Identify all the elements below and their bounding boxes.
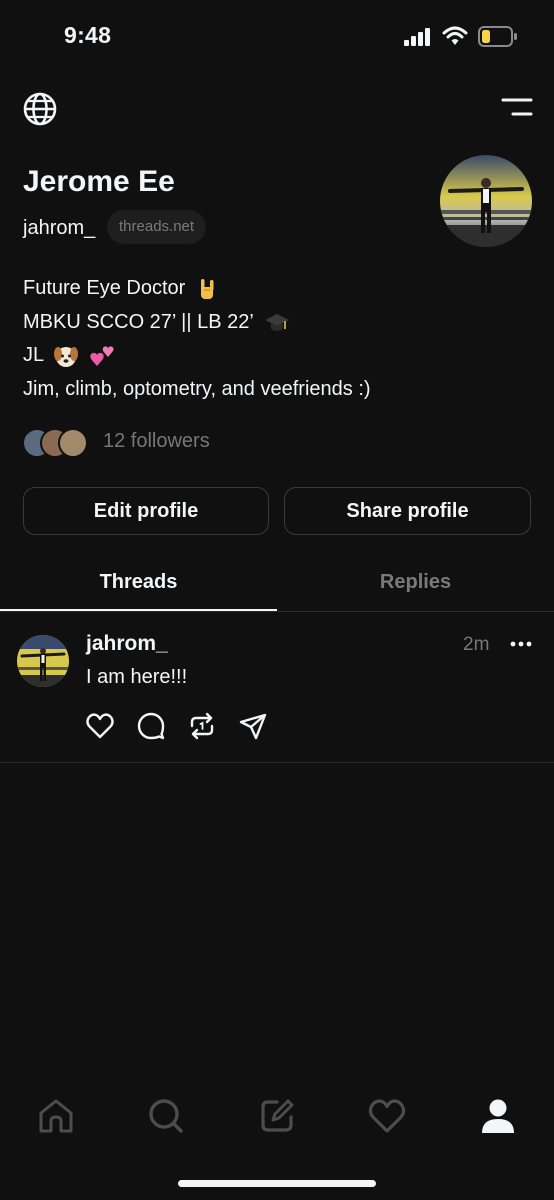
follower-avatars[interactable] [22, 428, 92, 458]
home-icon[interactable] [36, 1096, 76, 1136]
heart-icon[interactable] [85, 711, 115, 741]
followers-count[interactable]: 12 followers [103, 430, 210, 453]
bio-line: MBKU SCCO 27’ || LB 22’ [23, 306, 371, 340]
activity-heart-icon[interactable] [367, 1096, 407, 1136]
profile-handle: jahrom_ [23, 217, 96, 239]
post-avatar[interactable] [17, 635, 69, 687]
search-icon[interactable] [146, 1096, 186, 1136]
tab-threads[interactable]: Threads [0, 571, 277, 594]
status-time: 9:48 [64, 22, 112, 48]
wifi-icon [442, 26, 468, 45]
more-options-icon[interactable] [510, 638, 532, 650]
profile-name: Jerome Ee [23, 165, 175, 198]
bio-line: Jim, climb, optometry, and veefriends :) [23, 377, 371, 400]
active-tab-indicator [0, 609, 277, 611]
compose-icon[interactable] [257, 1096, 297, 1136]
cellular-signal-icon [404, 28, 430, 46]
rock-hand-emoji-icon [200, 278, 214, 299]
bio-line: Future Eye Doctor [23, 272, 371, 306]
post-text: I am here!!! [86, 666, 188, 688]
graduation-cap-emoji-icon [264, 314, 289, 332]
repost-icon[interactable] [187, 711, 217, 741]
share-icon[interactable] [238, 711, 268, 741]
threads-domain-badge[interactable]: threads.net [107, 210, 207, 244]
tabs-divider [0, 611, 554, 612]
two-hearts-emoji-icon [89, 346, 114, 366]
battery-icon [478, 26, 517, 47]
profile-icon[interactable] [478, 1096, 518, 1136]
home-indicator [178, 1180, 376, 1187]
post-divider [0, 762, 554, 763]
share-profile-button[interactable]: Share profile [284, 487, 531, 535]
comment-icon[interactable] [136, 711, 166, 741]
dog-face-emoji-icon [53, 346, 78, 367]
menu-icon[interactable] [500, 96, 534, 120]
follower-avatar [58, 428, 88, 458]
bio-line: JL [23, 339, 371, 373]
post-username[interactable]: jahrom_ [86, 632, 168, 656]
tab-replies[interactable]: Replies [277, 571, 554, 594]
profile-bio: Future Eye Doctor MBKU SCCO 27’ || LB 22… [23, 272, 371, 406]
edit-profile-button[interactable]: Edit profile [23, 487, 269, 535]
post-timestamp: 2m [463, 634, 490, 655]
globe-icon[interactable] [22, 91, 58, 127]
profile-avatar[interactable] [440, 155, 532, 247]
